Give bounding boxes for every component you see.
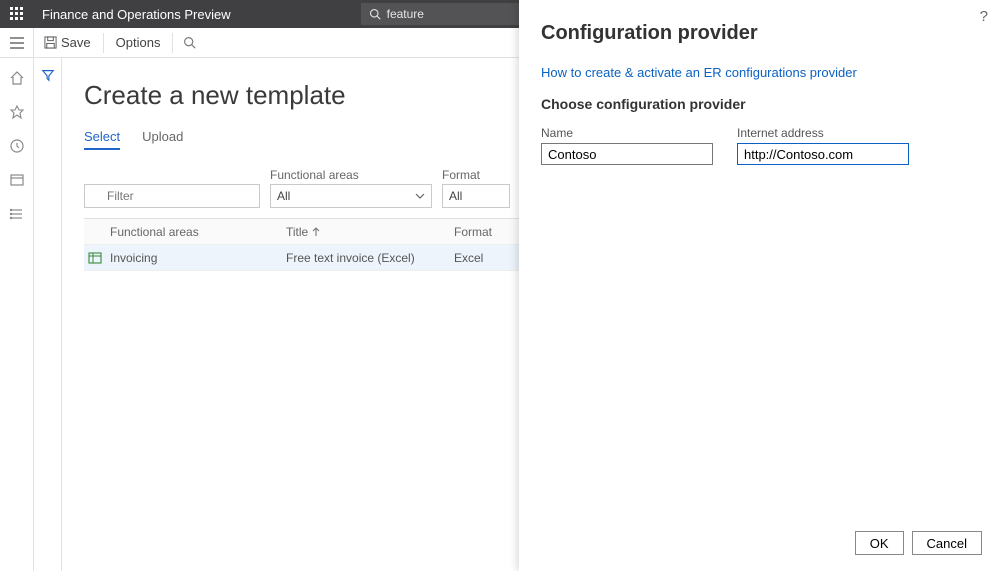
format-combo[interactable]: All: [442, 184, 510, 208]
row-functional-area: Invoicing: [106, 251, 282, 265]
excel-icon: [88, 252, 102, 264]
filter-input[interactable]: [84, 184, 260, 208]
grid-header-title-label: Title: [286, 225, 308, 239]
nav-toggle-icon[interactable]: [0, 28, 34, 58]
app-launcher-icon[interactable]: [0, 0, 34, 28]
modules-icon[interactable]: [7, 204, 27, 224]
filter-pane-toggle[interactable]: [34, 58, 62, 571]
row-type-icon: [84, 252, 106, 264]
separator: [103, 33, 104, 53]
format-label: Format: [442, 168, 510, 182]
how-to-link[interactable]: How to create & activate an ER configura…: [541, 65, 982, 80]
internet-address-input[interactable]: [737, 143, 909, 165]
tab-upload[interactable]: Upload: [142, 129, 183, 150]
command-search-icon[interactable]: [175, 28, 204, 58]
favorites-icon[interactable]: [7, 102, 27, 122]
grid-header-functional-areas[interactable]: Functional areas: [106, 225, 282, 239]
row-title: Free text invoice (Excel): [282, 251, 450, 265]
save-label: Save: [61, 35, 91, 50]
filter-label: [84, 168, 260, 182]
grid-header-format[interactable]: Format: [450, 225, 510, 239]
name-label: Name: [541, 126, 713, 140]
options-label: Options: [116, 35, 161, 50]
pane-subtitle: Choose configuration provider: [541, 96, 982, 112]
tab-select[interactable]: Select: [84, 129, 120, 150]
pane-title: Configuration provider: [541, 22, 982, 45]
options-button[interactable]: Options: [106, 28, 171, 58]
help-icon[interactable]: ?: [980, 8, 988, 25]
separator: [172, 33, 173, 53]
functional-areas-combo[interactable]: All: [270, 184, 432, 208]
combo-value: All: [449, 189, 462, 203]
save-button[interactable]: Save: [34, 28, 101, 58]
internet-address-label: Internet address: [737, 126, 909, 140]
row-format: Excel: [450, 251, 510, 265]
name-input[interactable]: [541, 143, 713, 165]
home-icon[interactable]: [7, 68, 27, 88]
app-title: Finance and Operations Preview: [34, 7, 231, 22]
search-icon: [369, 8, 381, 20]
configuration-provider-pane: ? Configuration provider How to create &…: [519, 0, 1000, 571]
left-nav-rail: [0, 58, 34, 571]
chevron-down-icon: [415, 191, 425, 201]
search-text: feature: [387, 7, 424, 21]
sort-asc-icon: [312, 227, 320, 237]
functional-areas-label: Functional areas: [270, 168, 432, 182]
filter-icon: [41, 68, 55, 82]
cancel-button[interactable]: Cancel: [912, 531, 982, 555]
grid-header-title[interactable]: Title: [282, 225, 450, 239]
workspaces-icon[interactable]: [7, 170, 27, 190]
save-icon: [44, 36, 57, 49]
combo-value: All: [277, 189, 290, 203]
recent-icon[interactable]: [7, 136, 27, 156]
ok-button[interactable]: OK: [855, 531, 904, 555]
